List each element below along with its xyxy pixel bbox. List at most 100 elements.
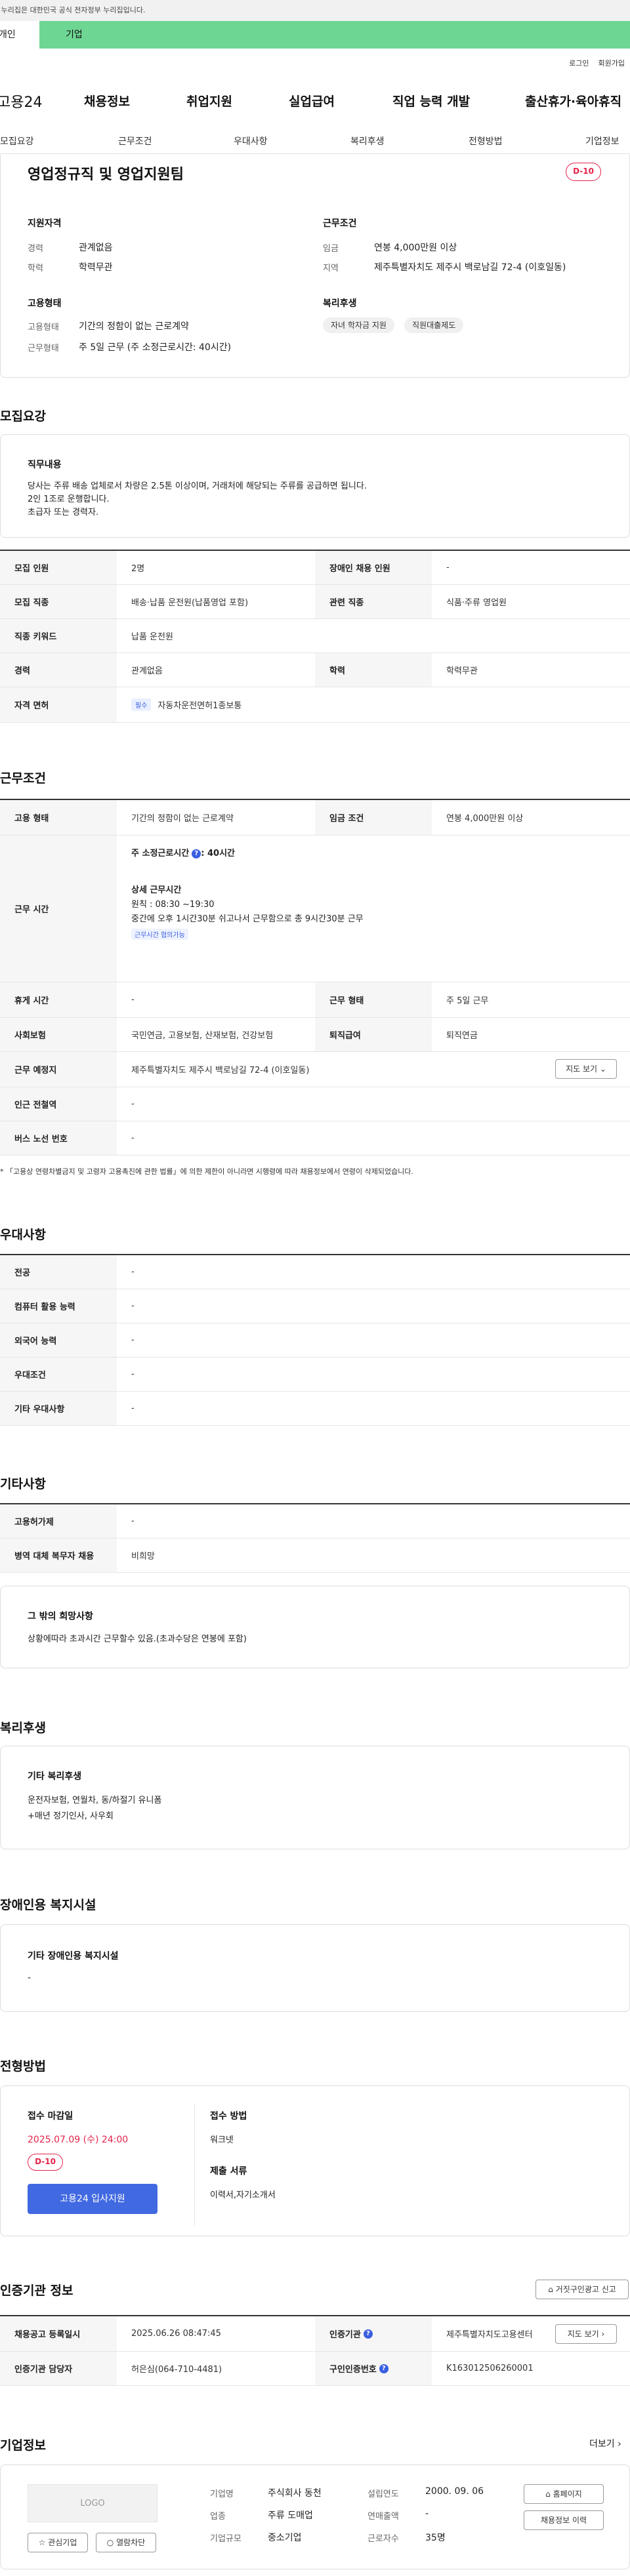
company-heading: 기업정보 xyxy=(0,2438,46,2453)
worktype-label: 근무형태 xyxy=(28,344,59,353)
gnb-item-leave[interactable]: 출산휴가·육아휴직 xyxy=(525,92,621,110)
size-label: 기업규모 xyxy=(210,2534,242,2544)
td: 제주특별자치도 제주시 백로남길 72-4 (이호일동) xyxy=(131,1066,310,1076)
map-button[interactable]: 지도 보기 ⌄ xyxy=(555,1059,617,1079)
td: - xyxy=(131,1335,135,1345)
td: K163012506260001 xyxy=(446,2364,534,2373)
signup-link[interactable]: 회원가입 xyxy=(598,59,625,68)
sales-value: - xyxy=(425,2508,429,2519)
lnb-company[interactable]: 기업정보 xyxy=(585,134,620,148)
lnb-welfare[interactable]: 복리후생 xyxy=(350,134,385,148)
th: 기타 우대사항 xyxy=(0,1392,117,1425)
gov-banner-text: 이 누리집은 대한민국 공식 전자정부 누리집입니다. xyxy=(0,6,146,14)
td: 배송·납품 운전원(납품영업 포함) xyxy=(131,598,249,608)
method-heading: 접수 방법 xyxy=(210,2111,247,2122)
required-tag: 필수 xyxy=(131,698,152,711)
th: 장애인 채용 인원 xyxy=(315,551,432,584)
detail-heading: 상세 근무시간 xyxy=(131,885,182,895)
more-link[interactable]: 더보기 › xyxy=(589,2437,621,2450)
table-row: 사회보험 국민연금, 고용보험, 산재보험, 건강보험 퇴직급여 퇴직연금 xyxy=(0,1018,630,1052)
td: 비희망 xyxy=(131,1552,155,1561)
career-label: 경력 xyxy=(28,244,43,254)
th: 병역 대체 복무자 채용 xyxy=(0,1539,117,1572)
chevron-down-icon: ⌄ xyxy=(599,1064,606,1074)
report-button[interactable]: ⌂ 거짓구인광고 신고 xyxy=(536,2280,629,2299)
disab-heading: 장애인용 복지시설 xyxy=(0,1898,96,1912)
gnb-item-unemployment[interactable]: 실업급여 xyxy=(289,92,335,110)
site-logo[interactable]: 고용24 xyxy=(0,91,42,111)
deadline-value: 2025.07.09 (수) 24:00 xyxy=(28,2135,129,2145)
org-map-button[interactable]: 지도 보기 › xyxy=(555,2324,617,2344)
th: 휴게 시간 xyxy=(0,982,117,1017)
td: 2명 xyxy=(131,564,145,574)
tab-business[interactable]: 기업 xyxy=(66,21,83,49)
dday-badge: D-10 xyxy=(566,163,601,181)
lnb-pref[interactable]: 우대사항 xyxy=(234,134,268,148)
tab-individual[interactable]: 개인 xyxy=(0,21,39,49)
td: 필수 자동차운전면허1종보통 xyxy=(131,687,242,722)
help-icon[interactable]: ? xyxy=(379,2364,388,2373)
more-label: 더보기 xyxy=(589,2439,615,2449)
edu-label: 학력 xyxy=(28,264,43,273)
th: 관련 직종 xyxy=(315,585,432,618)
th: 인근 전철역 xyxy=(0,1087,117,1121)
block-button[interactable]: ○ 열람차단 xyxy=(96,2533,156,2552)
map-button-label: 지도 보기 xyxy=(566,1064,598,1074)
td: - xyxy=(131,1516,135,1526)
disab-value: - xyxy=(28,1973,32,1983)
age-notice: * 「고용상 연령차별금지 및 고령자 고용촉진에 관한 법률」에 의한 제한이… xyxy=(0,1167,413,1176)
table-row: 전공 - xyxy=(0,1255,630,1289)
detail-line: 원칙 : 08:30 ~19:30 xyxy=(131,900,215,910)
fav-button[interactable]: ☆ 관심기업 xyxy=(28,2533,88,2552)
homepage-button[interactable]: ⌂ 홈페이지 xyxy=(524,2484,604,2504)
th: 고용허가제 xyxy=(0,1504,117,1538)
welfare-sub-heading: 기타 복리후생 xyxy=(28,1771,82,1782)
th: 구인인증번호? xyxy=(315,2352,432,2385)
help-icon[interactable]: ? xyxy=(363,2329,373,2339)
emptype-value: 기간의 정함이 없는 근로계약 xyxy=(79,321,189,332)
size-value: 중소기업 xyxy=(268,2533,302,2543)
cond-heading: 근무조건 xyxy=(323,218,357,229)
lnb-process[interactable]: 전형방법 xyxy=(469,134,503,148)
license-value: 자동차운전면허1종보통 xyxy=(158,701,242,711)
welfare-section-heading: 복리후생 xyxy=(0,1721,46,1735)
gnb-item-training[interactable]: 직업 능력 개발 xyxy=(392,92,470,110)
lnb-work[interactable]: 근무조건 xyxy=(118,134,152,148)
th: 학력 xyxy=(315,653,432,687)
method-value: 워크넷 xyxy=(210,2135,234,2145)
wage-label: 임금 xyxy=(323,244,339,254)
table-row: 직종 키워드 납품 운전원 xyxy=(0,619,630,653)
org-label: 인증기관 xyxy=(329,2330,361,2340)
table-row: 기타 우대사항 - xyxy=(0,1392,630,1426)
lnb-recruit[interactable]: 모집요강 xyxy=(0,134,34,148)
process-heading: 전형방법 xyxy=(0,2059,46,2074)
history-button[interactable]: 채용정보 이력 xyxy=(524,2510,604,2530)
help-icon[interactable]: ? xyxy=(192,849,201,858)
docs-heading: 제출 서류 xyxy=(210,2166,247,2177)
region-value: 제주특별자치도 제주시 백로남길 72-4 (이호일동) xyxy=(374,262,566,273)
emp-count-label: 근로자수 xyxy=(368,2534,399,2544)
disab-sub-heading: 기타 장애인용 복지시설 xyxy=(28,1951,119,1962)
welfare-chip: 자녀 학자금 지원 xyxy=(323,317,394,333)
td: - xyxy=(131,1301,135,1311)
region-label: 지역 xyxy=(323,264,339,273)
table-row: 병역 대체 복무자 채용 비희망 xyxy=(0,1539,630,1573)
th: 퇴직급여 xyxy=(315,1018,432,1051)
weekly-value: : 40시간 xyxy=(201,849,235,858)
table-row: 버스 노선 번호 - xyxy=(0,1121,630,1156)
divider xyxy=(194,2104,195,2226)
apply-button[interactable]: 고용24 입사지원 xyxy=(28,2184,158,2214)
login-link[interactable]: 로그인 xyxy=(569,59,589,68)
est-label: 설립연도 xyxy=(368,2489,399,2499)
th: 모집 인원 xyxy=(0,551,117,584)
td: 연봉 4,000만원 이상 xyxy=(446,814,524,824)
table-row: 컴퓨터 활용 능력 - xyxy=(0,1289,630,1323)
weekly-hours: 주 소정근로시간?: 40시간 xyxy=(131,846,235,858)
th: 채용공고 등록일시 xyxy=(0,2316,117,2351)
td: 퇴직연금 xyxy=(446,1031,478,1041)
company-logo: LOGO xyxy=(28,2484,158,2522)
gnb-item-employment[interactable]: 취업지원 xyxy=(186,92,232,110)
company-name-value: 주식회사 동천 xyxy=(268,2488,322,2499)
gnb-item-jobs[interactable]: 채용정보 xyxy=(84,92,130,110)
cert-heading: 인증기관 정보 xyxy=(0,2284,74,2298)
